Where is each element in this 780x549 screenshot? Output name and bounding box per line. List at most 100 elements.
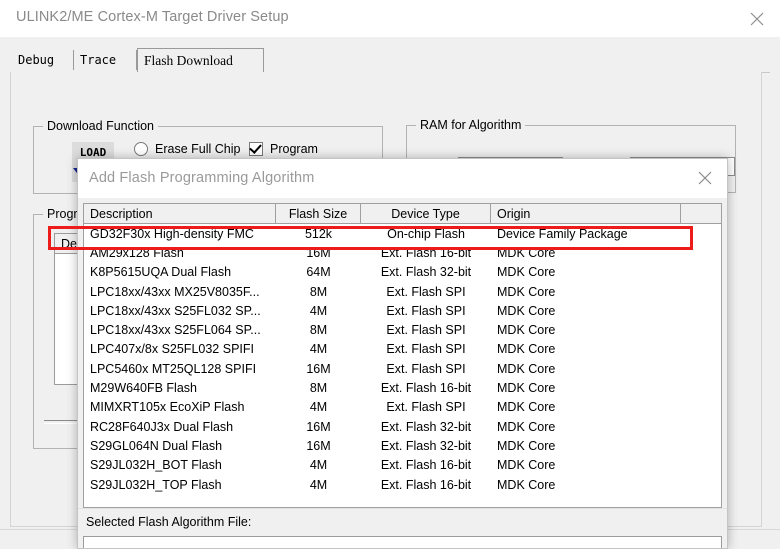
row-device-type: Ext. Flash SPI	[361, 362, 491, 376]
selected-algorithm-label: Selected Flash Algorithm File:	[86, 515, 251, 529]
row-description: LPC18xx/43xx MX25V8035F...	[84, 285, 276, 299]
main-titlebar: ULINK2/ME Cortex-M Target Driver Setup	[0, 0, 780, 37]
table-row[interactable]: MIMXRT105x EcoXiP Flash4MExt. Flash SPIM…	[84, 398, 721, 417]
column-header-origin[interactable]: Origin	[491, 204, 681, 223]
row-flash-size: 4M	[276, 478, 361, 492]
row-device-type: Ext. Flash SPI	[361, 285, 491, 299]
row-flash-size: 512k	[276, 227, 361, 241]
row-device-type: Ext. Flash SPI	[361, 323, 491, 337]
row-flash-size: 8M	[276, 285, 361, 299]
tabstrip: Debug Trace Flash Download	[10, 48, 770, 70]
row-origin: MDK Core	[491, 265, 681, 279]
row-origin: MDK Core	[491, 439, 681, 453]
row-origin: MDK Core	[491, 304, 681, 318]
table-row[interactable]: LPC407x/8x S25FL032 SPIFI4MExt. Flash SP…	[84, 340, 721, 359]
tab-debug-label: Debug	[18, 53, 54, 67]
tab-flash-download-label: Flash Download	[144, 53, 233, 69]
table-row[interactable]: RC28F640J3x Dual Flash16MExt. Flash 32-b…	[84, 417, 721, 436]
row-origin: MDK Core	[491, 381, 681, 395]
table-row[interactable]: M29W640FB Flash8MExt. Flash 16-bitMDK Co…	[84, 378, 721, 397]
close-icon[interactable]	[734, 0, 780, 37]
row-origin: MDK Core	[491, 458, 681, 472]
row-origin: MDK Core	[491, 285, 681, 299]
checkbox-icon-program	[249, 142, 263, 156]
checkbox-program[interactable]: Program	[249, 138, 353, 159]
radio-icon-erase-full-chip	[134, 142, 148, 156]
row-device-type: Ext. Flash 16-bit	[361, 478, 491, 492]
row-flash-size: 8M	[276, 381, 361, 395]
row-flash-size: 4M	[276, 458, 361, 472]
row-flash-size: 8M	[276, 323, 361, 337]
tab-debug[interactable]: Debug	[12, 50, 74, 70]
row-device-type: Ext. Flash 16-bit	[361, 381, 491, 395]
table-row[interactable]: LPC18xx/43xx MX25V8035F...8MExt. Flash S…	[84, 282, 721, 301]
row-description: RC28F640J3x Dual Flash	[84, 420, 276, 434]
row-description: AM29x128 Flash	[84, 246, 276, 260]
screen-root: ULINK2/ME Cortex-M Target Driver Setup D…	[0, 0, 780, 549]
row-description: S29GL064N Dual Flash	[84, 439, 276, 453]
row-device-type: Ext. Flash 32-bit	[361, 439, 491, 453]
checkbox-program-label: Program	[270, 142, 318, 156]
row-device-type: Ext. Flash SPI	[361, 400, 491, 414]
column-header-flash-size[interactable]: Flash Size	[276, 204, 361, 223]
column-header-spacer	[681, 204, 721, 223]
row-flash-size: 16M	[276, 246, 361, 260]
radio-erase-full-chip[interactable]: Erase Full Chip	[134, 138, 240, 159]
row-description: M29W640FB Flash	[84, 381, 276, 395]
row-description: LPC407x/8x S25FL032 SPIFI	[84, 342, 276, 356]
column-header-description[interactable]: Description	[84, 204, 276, 223]
row-origin: Device Family Package	[491, 227, 681, 241]
row-flash-size: 16M	[276, 362, 361, 376]
table-row[interactable]: K8P5615UQA Dual Flash64MExt. Flash 32-bi…	[84, 263, 721, 282]
tab-trace[interactable]: Trace	[74, 50, 137, 70]
dialog-titlebar: Add Flash Programming Algorithm	[78, 159, 727, 198]
selected-algorithm-file-input[interactable]	[83, 536, 722, 549]
flash-algorithm-list-header: Description Flash Size Device Type Origi…	[84, 204, 721, 224]
row-description: GD32F30x High-density FMC	[84, 227, 276, 241]
table-row[interactable]: GD32F30x High-density FMC512kOn-chip Fla…	[84, 224, 721, 243]
add-flash-programming-algorithm-dialog: Add Flash Programming Algorithm Descript…	[77, 158, 728, 549]
row-description: S29JL032H_BOT Flash	[84, 458, 276, 472]
row-description: K8P5615UQA Dual Flash	[84, 265, 276, 279]
row-flash-size: 4M	[276, 304, 361, 318]
main-window-title: ULINK2/ME Cortex-M Target Driver Setup	[16, 9, 289, 25]
row-description: S29JL032H_TOP Flash	[84, 478, 276, 492]
row-device-type: Ext. Flash 32-bit	[361, 420, 491, 434]
row-origin: MDK Core	[491, 323, 681, 337]
row-origin: MDK Core	[491, 420, 681, 434]
row-flash-size: 64M	[276, 265, 361, 279]
row-device-type: Ext. Flash SPI	[361, 342, 491, 356]
table-row[interactable]: AM29x128 Flash16MExt. Flash 16-bitMDK Co…	[84, 243, 721, 262]
download-function-title: Download Function	[43, 119, 158, 133]
tab-flash-download[interactable]: Flash Download	[137, 48, 264, 72]
row-description: LPC18xx/43xx S25FL032 SP...	[84, 304, 276, 318]
row-description: MIMXRT105x EcoXiP Flash	[84, 400, 276, 414]
row-description: LPC18xx/43xx S25FL064 SP...	[84, 323, 276, 337]
close-icon[interactable]	[683, 159, 727, 197]
table-row[interactable]: LPC18xx/43xx S25FL064 SP...8MExt. Flash …	[84, 320, 721, 339]
flash-algorithm-listview[interactable]: Description Flash Size Device Type Origi…	[83, 203, 722, 508]
row-device-type: Ext. Flash SPI	[361, 304, 491, 318]
row-origin: MDK Core	[491, 362, 681, 376]
row-flash-size: 16M	[276, 439, 361, 453]
table-row[interactable]: S29JL032H_TOP Flash4MExt. Flash 16-bitMD…	[84, 475, 721, 494]
row-origin: MDK Core	[491, 478, 681, 492]
row-device-type: On-chip Flash	[361, 227, 491, 241]
row-flash-size: 4M	[276, 400, 361, 414]
table-row[interactable]: S29GL064N Dual Flash16MExt. Flash 32-bit…	[84, 436, 721, 455]
row-device-type: Ext. Flash 16-bit	[361, 246, 491, 260]
flash-algorithm-rows: GD32F30x High-density FMC512kOn-chip Fla…	[84, 224, 721, 494]
ram-for-algorithm-title: RAM for Algorithm	[416, 118, 525, 132]
row-origin: MDK Core	[491, 342, 681, 356]
dialog-divider	[78, 508, 727, 509]
tab-trace-label: Trace	[80, 53, 116, 67]
dialog-body: Description Flash Size Device Type Origi…	[78, 198, 727, 548]
row-device-type: Ext. Flash 16-bit	[361, 458, 491, 472]
table-row[interactable]: LPC5460x MT25QL128 SPIFI16MExt. Flash SP…	[84, 359, 721, 378]
row-flash-size: 4M	[276, 342, 361, 356]
table-row[interactable]: LPC18xx/43xx S25FL032 SP...4MExt. Flash …	[84, 301, 721, 320]
table-row[interactable]: S29JL032H_BOT Flash4MExt. Flash 16-bitMD…	[84, 456, 721, 475]
row-flash-size: 16M	[276, 420, 361, 434]
column-header-device-type[interactable]: Device Type	[361, 204, 491, 223]
row-origin: MDK Core	[491, 246, 681, 260]
